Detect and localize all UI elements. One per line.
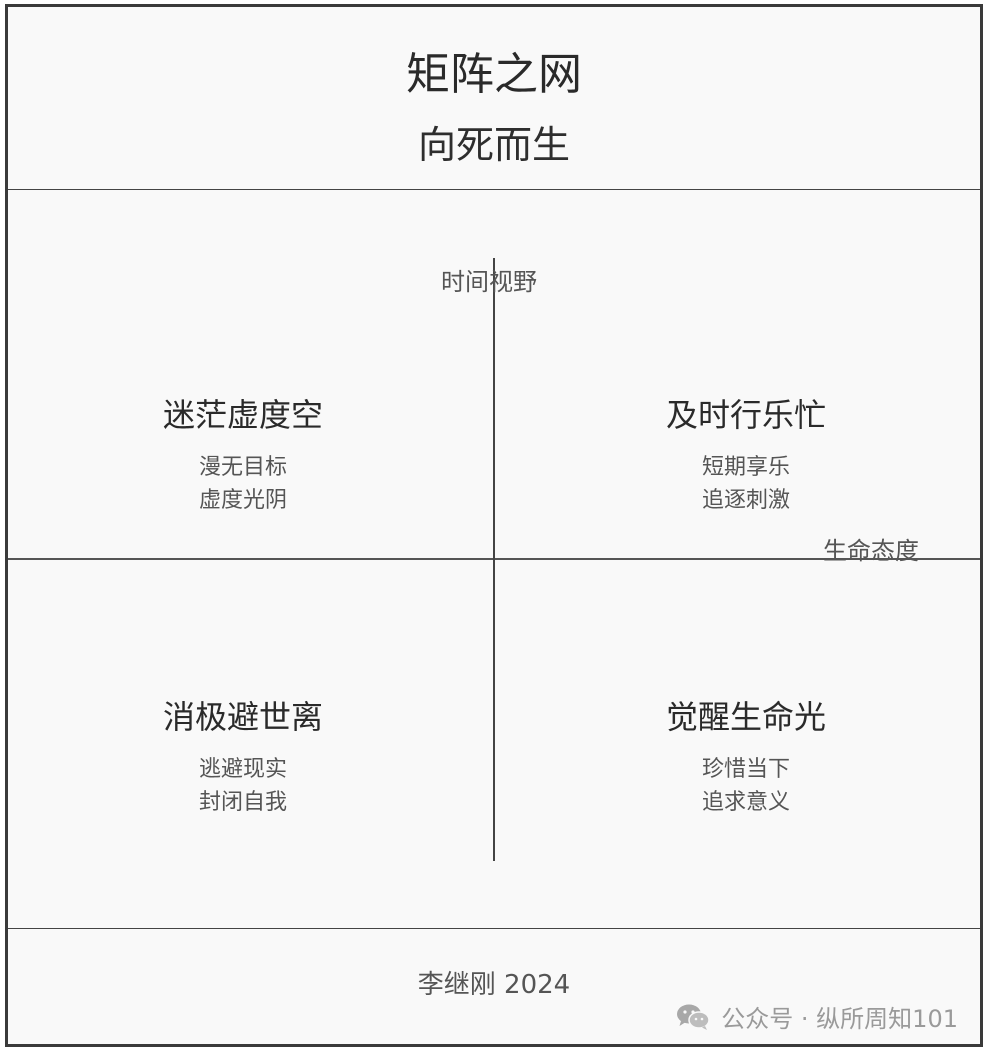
watermark-text: 公众号 · 纵所周知101	[721, 1005, 958, 1033]
quadrant-line: 封闭自我	[198, 790, 287, 815]
quadrant-line: 珍惜当下	[701, 757, 790, 782]
quadrant-line: 漫无目标	[198, 455, 287, 480]
header: 矩阵之网 向死而生	[8, 7, 980, 190]
quadrant-title: 觉醒生命光	[665, 698, 826, 736]
quadrant-bottom-right: 觉醒生命光 珍惜当下 追求意义	[596, 697, 896, 819]
vertical-axis-line	[493, 258, 495, 861]
page-subtitle: 向死而生	[417, 123, 570, 167]
footer: 李继刚 2024 公众号 · 纵所周知101	[8, 928, 980, 1044]
quadrant-line: 虚度光阴	[198, 488, 287, 513]
quadrant-line: 追求意义	[701, 790, 790, 815]
watermark: 公众号 · 纵所周知101	[675, 999, 958, 1034]
quadrant-title: 消极避世离	[162, 698, 323, 736]
quadrant-line: 追逐刺激	[701, 488, 790, 513]
author-credit: 李继刚 2024	[417, 970, 571, 1000]
wechat-icon	[677, 1004, 711, 1030]
quadrant-top-left: 迷茫虚度空 漫无目标 虚度光阴	[93, 395, 393, 517]
quadrant-bottom-left: 消极避世离 逃避现实 封闭自我	[93, 697, 393, 819]
page-title: 矩阵之网	[406, 49, 582, 100]
quadrant-title: 及时行乐忙	[665, 396, 826, 434]
quadrant-line: 逃避现实	[198, 757, 287, 782]
horizontal-axis-label: 生命态度	[823, 537, 919, 565]
quadrant-line: 短期享乐	[701, 455, 790, 480]
diagram-frame: 矩阵之网 向死而生 时间视野 生命态度 迷茫虚度空 漫无目标 虚度光阴 及时行乐…	[5, 4, 983, 1047]
quadrant-title: 迷茫虚度空	[162, 396, 323, 434]
quadrant-top-right: 及时行乐忙 短期享乐 追逐刺激	[596, 395, 896, 517]
quadrant-matrix: 时间视野 生命态度 迷茫虚度空 漫无目标 虚度光阴 及时行乐忙 短期享乐 追逐刺…	[8, 190, 980, 928]
vertical-axis-label: 时间视野	[441, 268, 537, 296]
